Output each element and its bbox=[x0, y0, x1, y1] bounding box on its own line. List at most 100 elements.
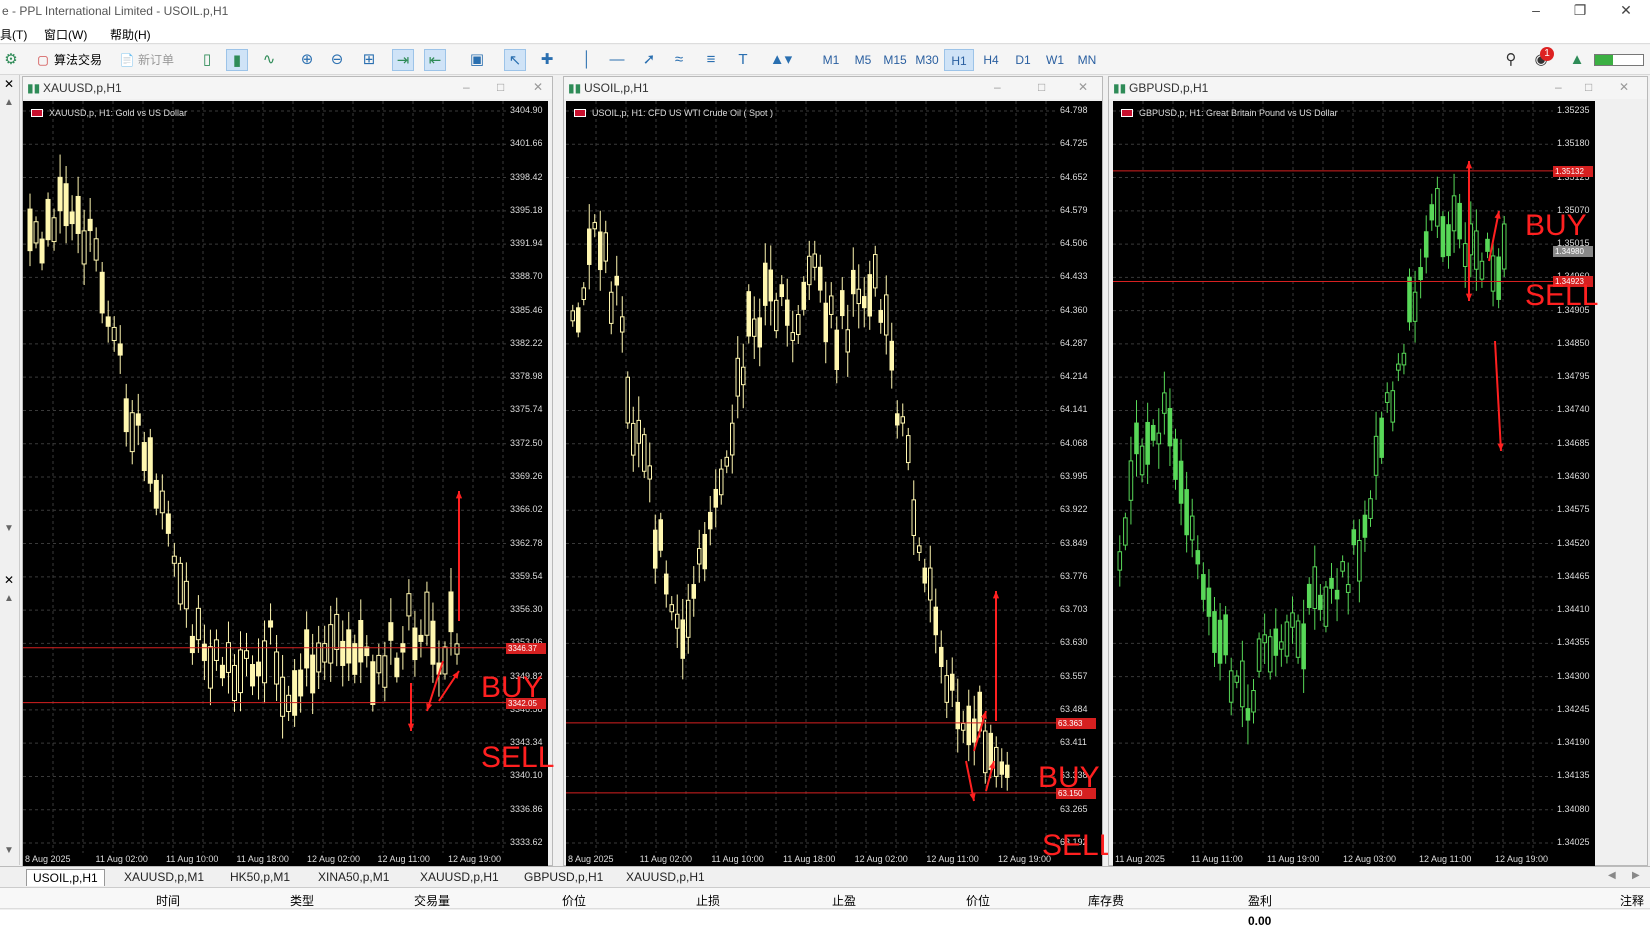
chart-plot[interactable]: GBPUSD,p, H1: Great Britain Pound vs US … bbox=[1113, 101, 1598, 867]
close-icon[interactable]: ✕ bbox=[533, 80, 543, 94]
tf-m30[interactable]: M30 bbox=[912, 49, 942, 71]
minimize-icon[interactable]: – bbox=[463, 80, 470, 94]
tab-usoil-h1[interactable]: USOIL,p,H1 bbox=[26, 869, 105, 886]
new-order-button[interactable]: 新订单 bbox=[138, 49, 174, 71]
close-icon[interactable]: ✕ bbox=[1078, 80, 1088, 94]
time-tick: 12 Aug 19:00 bbox=[448, 854, 502, 864]
tile-windows-icon[interactable]: ⊞ bbox=[358, 49, 380, 71]
price-tick: 1.34850 bbox=[1557, 337, 1590, 348]
scroll-up-icon[interactable]: ▲ bbox=[4, 593, 14, 604]
col-type[interactable]: 类型 bbox=[290, 892, 314, 909]
chart-icon: ▮▮ bbox=[1113, 81, 1127, 95]
close-icon[interactable]: ✕ bbox=[1612, 2, 1640, 20]
shapes-dropdown-icon[interactable]: ▲▾ bbox=[764, 49, 798, 71]
scroll-down-icon[interactable]: ▼ bbox=[4, 523, 14, 534]
chart-icon: ▮▮ bbox=[568, 81, 582, 95]
col-price2[interactable]: 价位 bbox=[966, 892, 990, 909]
time-tick: 8 Aug 2025 bbox=[568, 854, 614, 864]
tab-xauusd-h1[interactable]: XAUUSD,p,H1 bbox=[414, 869, 505, 885]
new-order-icon[interactable]: 📄 bbox=[116, 49, 138, 71]
tf-h4[interactable]: H4 bbox=[976, 49, 1006, 71]
tf-d1[interactable]: D1 bbox=[1008, 49, 1038, 71]
menu-window[interactable]: 窗口(W) bbox=[44, 26, 87, 43]
buy-annotation: BUY bbox=[1525, 209, 1587, 242]
col-time[interactable]: 时间 bbox=[156, 892, 180, 909]
chart-shift-icon[interactable]: ⇤ bbox=[424, 49, 446, 71]
bar-chart-icon[interactable]: ▯ bbox=[196, 49, 218, 71]
line-chart-icon[interactable]: ∿ bbox=[258, 49, 280, 71]
chart-window-gbpusd[interactable]: ▮▮ GBPUSD,p,H1 – □ ✕ GBPUSD,p, H1: Great… bbox=[1108, 76, 1648, 867]
zoom-in-icon[interactable]: ⊕ bbox=[296, 49, 318, 71]
trendline-icon[interactable]: ➚ bbox=[638, 49, 660, 71]
tab-scroll-right-icon[interactable]: ▶ bbox=[1632, 870, 1640, 881]
tab-xauusd-h1-2[interactable]: XAUUSD,p,H1 bbox=[620, 869, 711, 885]
window-title: USOIL,p,H1 bbox=[584, 81, 649, 95]
col-volume[interactable]: 交易量 bbox=[414, 892, 450, 909]
tf-h1[interactable]: H1 bbox=[944, 49, 974, 71]
close-icon[interactable]: ✕ bbox=[4, 77, 14, 91]
col-sl[interactable]: 止损 bbox=[696, 892, 720, 909]
tab-xauusd-m1[interactable]: XAUUSD,p,M1 bbox=[118, 869, 210, 885]
candlestick-icon[interactable]: ▮ bbox=[226, 49, 248, 71]
tab-xina50-m1[interactable]: XINA50,p,M1 bbox=[312, 869, 395, 885]
tf-m15[interactable]: M15 bbox=[880, 49, 910, 71]
tf-w1[interactable]: W1 bbox=[1040, 49, 1070, 71]
minimize-icon[interactable]: – bbox=[1555, 80, 1562, 94]
price-tick: 64.652 bbox=[1060, 171, 1088, 182]
horizontal-line-icon[interactable]: — bbox=[606, 49, 628, 71]
signal-icon[interactable]: ▲ bbox=[1566, 49, 1588, 71]
search-icon[interactable]: ⚲ bbox=[1500, 49, 1522, 71]
time-tick: 12 Aug 11:00 bbox=[1419, 854, 1472, 864]
price-tick: 63.776 bbox=[1060, 570, 1088, 581]
fibonacci-icon[interactable]: ≡ bbox=[700, 49, 722, 71]
tf-m1[interactable]: M1 bbox=[816, 49, 846, 71]
chart-window-xauusd[interactable]: ▮▮ XAUUSD,p,H1 – □ ✕ XAUUSD,p, H1: Gold … bbox=[22, 76, 554, 867]
text-tool-icon[interactable]: T bbox=[732, 49, 754, 71]
maximize-icon[interactable]: □ bbox=[497, 80, 504, 94]
zoom-out-icon[interactable]: ⊖ bbox=[326, 49, 348, 71]
auto-scroll-icon[interactable]: ⇥ bbox=[392, 49, 414, 71]
cursor-icon[interactable]: ↖ bbox=[504, 49, 526, 71]
maximize-icon[interactable]: □ bbox=[1038, 80, 1045, 94]
close-icon[interactable]: ✕ bbox=[4, 573, 14, 587]
close-icon[interactable]: ✕ bbox=[1619, 80, 1629, 94]
col-profit[interactable]: 盈利 bbox=[1248, 892, 1272, 909]
price-tick: 3401.66 bbox=[510, 138, 543, 149]
col-price[interactable]: 价位 bbox=[562, 892, 586, 909]
vertical-line-icon[interactable]: │ bbox=[576, 49, 598, 71]
scroll-up-icon[interactable]: ▲ bbox=[4, 97, 14, 108]
menu-help[interactable]: 帮助(H) bbox=[110, 26, 151, 43]
price-tick: 3359.54 bbox=[510, 570, 543, 581]
tf-m5[interactable]: M5 bbox=[848, 49, 878, 71]
time-tick: 12 Aug 11:00 bbox=[377, 854, 430, 864]
crosshair-icon[interactable]: ✚ bbox=[536, 49, 558, 71]
tf-mn[interactable]: MN bbox=[1072, 49, 1102, 71]
profile-icon[interactable]: ⚙ bbox=[0, 49, 22, 71]
window-header: ▮▮ GBPUSD,p,H1 – □ ✕ bbox=[1109, 77, 1647, 99]
window-title: XAUUSD,p,H1 bbox=[43, 81, 122, 95]
price-tick: 3375.74 bbox=[510, 404, 543, 415]
algo-trading-button[interactable]: 算法交易 bbox=[54, 49, 102, 71]
chart-window-usoil[interactable]: ▮▮ USOIL,p,H1 – □ ✕ USOIL,p, H1: CFD US … bbox=[563, 76, 1115, 867]
screenshot-icon[interactable]: ▣ bbox=[466, 49, 488, 71]
chart-plot[interactable]: USOIL,p, H1: CFD US WTI Crude Oil ( Spot… bbox=[566, 101, 1115, 867]
flag-icon bbox=[1121, 109, 1133, 117]
tab-scroll-left-icon[interactable]: ◀ bbox=[1608, 870, 1616, 881]
minimize-icon[interactable]: – bbox=[994, 80, 1001, 94]
tab-hk50-m1[interactable]: HK50,p,M1 bbox=[224, 869, 296, 885]
algo-trading-icon[interactable]: ▢ bbox=[32, 49, 54, 71]
price-tick: 64.433 bbox=[1060, 271, 1088, 282]
candles-svg bbox=[1113, 101, 1553, 853]
col-comment[interactable]: 注释 bbox=[1620, 892, 1644, 909]
menu-tools[interactable]: 具(T) bbox=[0, 26, 27, 43]
restore-icon[interactable]: ❐ bbox=[1566, 2, 1594, 20]
scroll-down-icon[interactable]: ▼ bbox=[4, 845, 14, 856]
tab-gbpusd-h1[interactable]: GBPUSD,p,H1 bbox=[518, 869, 609, 885]
price-tick: 1.34080 bbox=[1557, 803, 1590, 814]
minimize-icon[interactable]: – bbox=[1522, 2, 1550, 20]
maximize-icon[interactable]: □ bbox=[1585, 80, 1592, 94]
channel-icon[interactable]: ≈ bbox=[668, 49, 690, 71]
chart-plot[interactable]: XAUUSD,p, H1: Gold vs US Dollar 3404.90 3… bbox=[23, 101, 554, 867]
col-swap[interactable]: 库存费 bbox=[1088, 892, 1124, 909]
col-tp[interactable]: 止盈 bbox=[832, 892, 856, 909]
